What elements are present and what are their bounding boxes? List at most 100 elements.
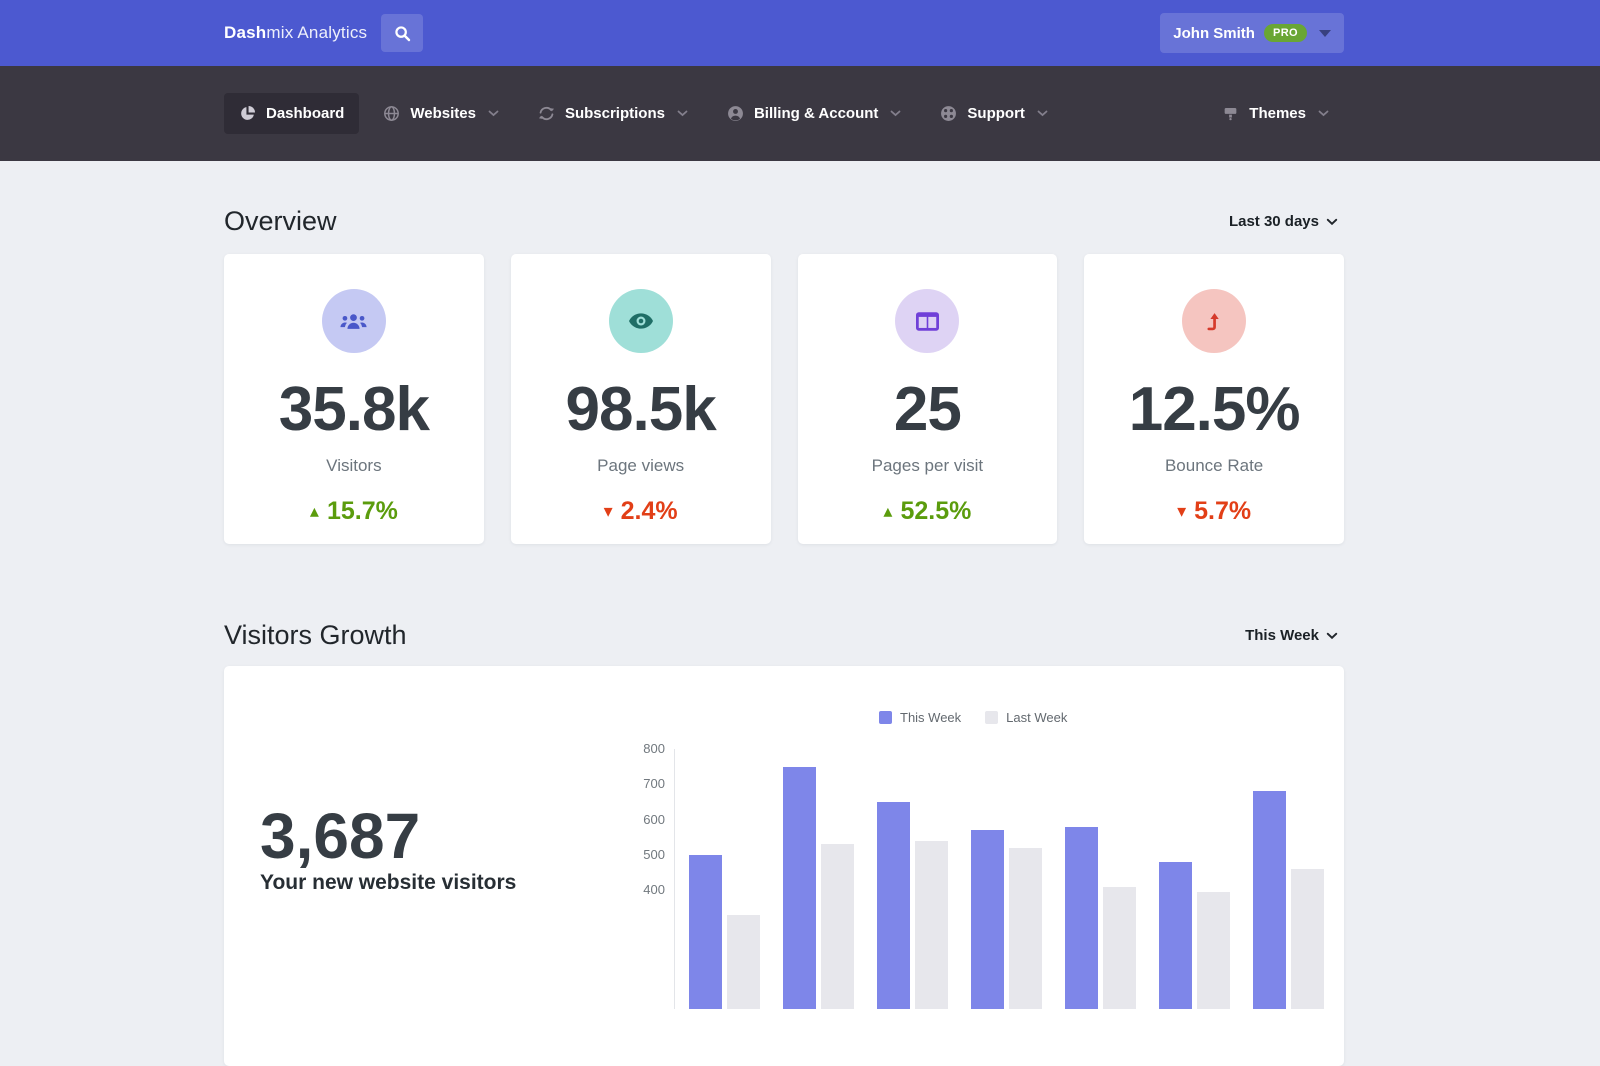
paint-roller-icon	[1222, 105, 1239, 122]
stat-delta-value: 5.7%	[1194, 497, 1251, 526]
growth-headline-label: Your new website visitors	[260, 871, 516, 895]
stat-icon-circle	[322, 289, 386, 353]
stat-value: 12.5%	[1129, 379, 1300, 441]
stat-card-bounce-rate[interactable]: 12.5% Bounce Rate ▾ 5.7%	[1084, 254, 1344, 544]
brand-name-rest: mix Analytics	[266, 23, 367, 42]
sync-icon	[538, 105, 555, 122]
nav-label: Dashboard	[266, 105, 344, 122]
stat-icon-circle	[609, 289, 673, 353]
stat-delta: ▴ 52.5%	[883, 497, 971, 526]
stat-value: 25	[894, 379, 961, 441]
stat-delta: ▾ 5.7%	[1177, 497, 1251, 526]
users-icon	[340, 312, 367, 330]
nav-item-billing-account[interactable]: Billing & Account	[712, 93, 916, 134]
visitors-growth-title: Visitors Growth	[224, 620, 407, 651]
bar-this-week	[1253, 791, 1286, 1009]
top-header: Dashmix Analytics John Smith PRO	[0, 0, 1600, 66]
arrow-turn-up-icon	[1205, 311, 1223, 332]
nav-label: Subscriptions	[565, 105, 665, 122]
bar-last-week	[915, 841, 948, 1009]
user-circle-icon	[727, 105, 744, 122]
stat-label: Visitors	[326, 456, 381, 476]
bar-this-week	[783, 767, 816, 1009]
legend-item[interactable]: Last Week	[985, 710, 1067, 725]
stat-delta-value: 2.4%	[621, 497, 678, 526]
trend-arrow-icon: ▴	[883, 502, 892, 520]
stat-delta-value: 52.5%	[900, 497, 971, 526]
chevron-down-icon	[890, 110, 901, 117]
chart-legend: This Week Last Week	[879, 710, 1067, 725]
stat-delta-value: 15.7%	[327, 497, 398, 526]
growth-range-label: This Week	[1245, 627, 1319, 644]
bar-this-week	[1065, 827, 1098, 1009]
bar-this-week	[971, 830, 1004, 1009]
window-columns-icon	[916, 312, 939, 331]
bar-chart: 800700600500400	[674, 749, 1343, 1009]
stat-value: 98.5k	[566, 379, 716, 441]
nav-item-themes[interactable]: Themes	[1207, 93, 1344, 134]
legend-item[interactable]: This Week	[879, 710, 961, 725]
y-axis-tick: 400	[625, 881, 665, 899]
bar-this-week	[1159, 862, 1192, 1009]
y-axis-tick: 700	[625, 775, 665, 793]
legend-swatch	[985, 711, 998, 724]
stat-delta: ▴ 15.7%	[310, 497, 398, 526]
nav-item-dashboard[interactable]: Dashboard	[224, 93, 359, 134]
pro-badge: PRO	[1264, 24, 1307, 42]
overview-title: Overview	[224, 206, 337, 237]
y-axis-tick: 500	[625, 846, 665, 864]
globe-icon	[383, 105, 400, 122]
trend-arrow-icon: ▾	[1177, 502, 1186, 520]
life-ring-icon	[940, 105, 957, 122]
chevron-down-icon	[677, 110, 688, 117]
stat-icon-circle	[1182, 289, 1246, 353]
chevron-down-icon	[1326, 632, 1338, 640]
chevron-down-icon	[1318, 110, 1329, 117]
caret-down-icon	[1319, 30, 1331, 37]
legend-label: Last Week	[1006, 710, 1067, 725]
stat-label: Page views	[597, 456, 684, 476]
stat-label: Bounce Rate	[1165, 456, 1263, 476]
nav-label: Support	[967, 105, 1025, 122]
bar-last-week	[727, 915, 760, 1009]
visitors-growth-card: 3,687 Your new website visitors This Wee…	[224, 666, 1344, 1066]
growth-range-dropdown[interactable]: This Week	[1239, 626, 1344, 645]
legend-label: This Week	[900, 710, 961, 725]
brand-name-bold: Dash	[224, 23, 266, 42]
y-axis-tick: 600	[625, 811, 665, 829]
stat-delta: ▾ 2.4%	[604, 497, 678, 526]
overview-range-dropdown[interactable]: Last 30 days	[1223, 212, 1344, 231]
overview-range-label: Last 30 days	[1229, 213, 1319, 230]
chart-pie-icon	[239, 105, 256, 122]
bar-last-week	[1197, 892, 1230, 1009]
nav-item-support[interactable]: Support	[925, 93, 1063, 134]
bar-this-week	[877, 802, 910, 1009]
trend-arrow-icon: ▴	[310, 502, 319, 520]
bar-last-week	[821, 844, 854, 1009]
stat-icon-circle	[895, 289, 959, 353]
chevron-down-icon	[1326, 218, 1338, 226]
search-button[interactable]	[381, 14, 423, 52]
user-menu-button[interactable]: John Smith PRO	[1160, 13, 1344, 53]
stat-card-page-views[interactable]: 98.5k Page views ▾ 2.4%	[511, 254, 771, 544]
bar-last-week	[1291, 869, 1324, 1009]
stat-card-pages-per-visit[interactable]: 25 Pages per visit ▴ 52.5%	[798, 254, 1058, 544]
y-axis-tick: 800	[625, 740, 665, 758]
bar-this-week	[689, 855, 722, 1009]
nav-item-subscriptions[interactable]: Subscriptions	[523, 93, 703, 134]
search-icon	[394, 25, 411, 42]
nav-label: Billing & Account	[754, 105, 878, 122]
trend-arrow-icon: ▾	[604, 502, 613, 520]
stat-cards-row: 35.8k Visitors ▴ 15.7% 98.5k Page views …	[224, 254, 1344, 544]
eye-icon	[629, 313, 653, 329]
main-nav: Dashboard Websites Subscriptions Bill	[0, 66, 1600, 161]
brand-logo[interactable]: Dashmix Analytics	[224, 23, 367, 43]
stat-card-visitors[interactable]: 35.8k Visitors ▴ 15.7%	[224, 254, 484, 544]
bar-last-week	[1009, 848, 1042, 1009]
nav-item-websites[interactable]: Websites	[368, 93, 514, 134]
user-name: John Smith	[1173, 25, 1255, 42]
chevron-down-icon	[1037, 110, 1048, 117]
nav-label: Themes	[1249, 105, 1306, 122]
page-content: Overview Last 30 days 35.8k Visitors ▴ 1…	[224, 206, 1344, 1066]
legend-swatch	[879, 711, 892, 724]
